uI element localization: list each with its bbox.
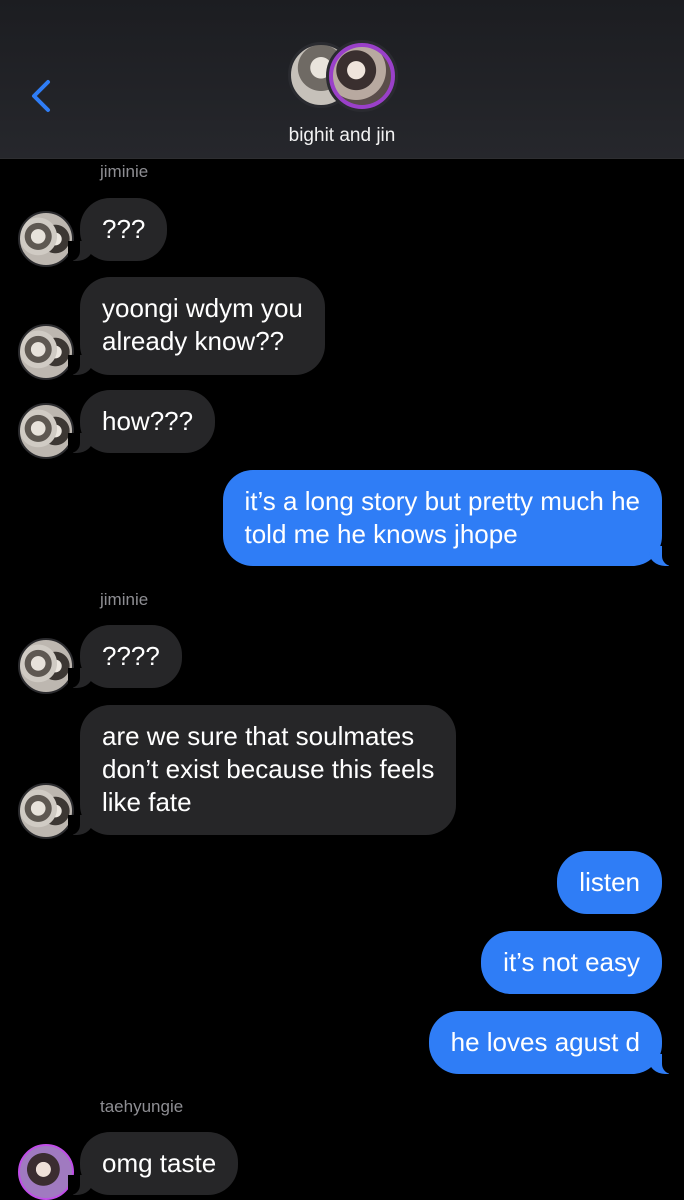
sender-name: taehyungie (100, 1097, 184, 1116)
avatar (18, 211, 74, 267)
message-bubble-incoming[interactable]: how??? (67, 390, 216, 453)
back-button[interactable] (22, 72, 62, 120)
avatar (18, 783, 74, 839)
message-bubble-outgoing[interactable]: it’s not easy (481, 931, 662, 994)
message-bubble-incoming[interactable]: are we sure that soulmates don’t exist b… (67, 705, 457, 835)
member-avatar-front (326, 40, 398, 112)
message-bubble-incoming[interactable]: ??? (67, 198, 168, 261)
sender-name: jiminie (100, 590, 149, 609)
avatar (18, 638, 74, 694)
sender-name: jiminie (100, 162, 149, 181)
avatar (18, 403, 74, 459)
message-bubble-incoming[interactable]: ???? (68, 625, 182, 688)
avatar (18, 324, 74, 380)
chevron-left-icon (32, 80, 50, 112)
message-bubble-outgoing[interactable]: it’s a long story but pretty much he tol… (222, 470, 674, 566)
message-bubble-outgoing[interactable]: he loves agust d (428, 1011, 675, 1074)
avatar (18, 1144, 74, 1200)
conversation-header: bighit and jin (0, 0, 684, 159)
message-bubble-incoming[interactable]: omg taste (67, 1132, 239, 1195)
group-name[interactable]: bighit and jin (0, 125, 684, 147)
message-bubble-outgoing[interactable]: listen (557, 851, 662, 914)
group-avatar[interactable] (286, 40, 398, 114)
message-bubble-incoming[interactable]: yoongi wdym you already know?? (68, 277, 325, 375)
